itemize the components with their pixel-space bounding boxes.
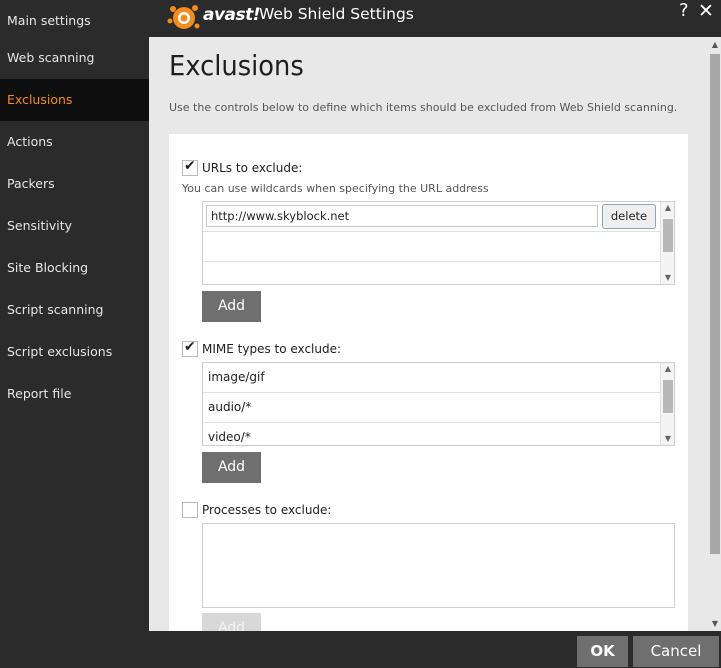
sidebar-item-script-scanning[interactable]: Script scanning: [0, 289, 149, 331]
exclusions-panel: ✔ URLs to exclude: You can use wildcards…: [169, 134, 688, 631]
sidebar-item-exclusions[interactable]: Exclusions: [0, 79, 149, 121]
scroll-thumb[interactable]: [663, 219, 673, 252]
scroll-up-icon[interactable]: ▲: [663, 203, 673, 213]
avast-logo: avast!: [166, 3, 261, 31]
list-item: [203, 232, 661, 262]
processes-label: Processes to exclude:: [202, 503, 332, 517]
footer: OK Cancel: [149, 631, 721, 668]
checkmark-icon: ✔: [184, 158, 196, 174]
list-item: [203, 262, 661, 284]
urls-scrollbar[interactable]: ▲ ▼: [660, 202, 674, 284]
scroll-down-icon[interactable]: ▼: [663, 273, 673, 283]
processes-list: [202, 523, 675, 608]
sidebar-item-packers[interactable]: Packers: [0, 163, 149, 205]
sidebar-item-report-file[interactable]: Report file: [0, 373, 149, 415]
list-item[interactable]: audio/*: [203, 393, 661, 423]
mime-label: MIME types to exclude:: [202, 342, 342, 356]
mime-item-label: video/*: [208, 430, 251, 444]
window-title: Web Shield Settings: [259, 5, 414, 23]
list-item: delete: [203, 202, 661, 232]
sidebar-item-actions[interactable]: Actions: [0, 121, 149, 163]
checkmark-icon: ✔: [184, 339, 196, 355]
urls-list: delete ▲ ▼: [202, 201, 675, 285]
page-title: Exclusions: [169, 49, 304, 82]
delete-button[interactable]: delete: [602, 204, 656, 229]
url-entry-input[interactable]: [206, 205, 598, 227]
mime-scrollbar[interactable]: ▲ ▼: [660, 363, 674, 445]
sidebar-item-sensitivity[interactable]: Sensitivity: [0, 205, 149, 247]
page-description: Use the controls below to define which i…: [169, 101, 678, 114]
list-item[interactable]: video/*: [203, 423, 661, 445]
sidebar: Main settings Web scanning Exclusions Ac…: [0, 0, 149, 668]
sidebar-item-script-exclusions[interactable]: Script exclusions: [0, 331, 149, 373]
mime-item-label: audio/*: [208, 400, 252, 414]
main-scrollbar[interactable]: ▲ ▼: [709, 37, 721, 631]
scroll-up-icon[interactable]: ▲: [710, 40, 720, 49]
cancel-button[interactable]: Cancel: [633, 636, 719, 667]
content-area: Exclusions Use the controls below to def…: [149, 37, 709, 631]
list-item[interactable]: image/gif: [203, 363, 661, 393]
scroll-thumb[interactable]: [663, 380, 673, 413]
processes-checkbox[interactable]: [182, 502, 198, 518]
sidebar-item-site-blocking[interactable]: Site Blocking: [0, 247, 149, 289]
title-bar: avast! Web Shield Settings ? ✕: [149, 0, 721, 37]
urls-label: URLs to exclude:: [202, 161, 303, 175]
urls-hint: You can use wildcards when specifying th…: [182, 182, 489, 195]
scroll-down-icon[interactable]: ▼: [663, 434, 673, 444]
scroll-down-icon[interactable]: ▼: [710, 619, 720, 628]
urls-checkbox[interactable]: ✔: [182, 158, 198, 176]
sidebar-item-main-settings[interactable]: Main settings: [0, 0, 149, 42]
avast-ball-icon: [167, 5, 200, 29]
mime-checkbox[interactable]: ✔: [182, 339, 198, 357]
scroll-thumb[interactable]: [710, 54, 720, 554]
close-button[interactable]: ✕: [698, 0, 714, 22]
scroll-up-icon[interactable]: ▲: [663, 364, 673, 374]
mime-list: image/gif audio/* video/* ▲ ▼: [202, 362, 675, 446]
avast-logo-text: avast!: [203, 5, 261, 25]
urls-add-button[interactable]: Add: [202, 291, 261, 322]
help-button[interactable]: ?: [679, 0, 689, 21]
mime-item-label: image/gif: [208, 370, 265, 384]
sidebar-item-web-scanning[interactable]: Web scanning: [0, 37, 149, 79]
mime-add-button[interactable]: Add: [202, 452, 261, 483]
processes-add-button[interactable]: Add: [202, 613, 261, 631]
ok-button[interactable]: OK: [577, 636, 628, 667]
